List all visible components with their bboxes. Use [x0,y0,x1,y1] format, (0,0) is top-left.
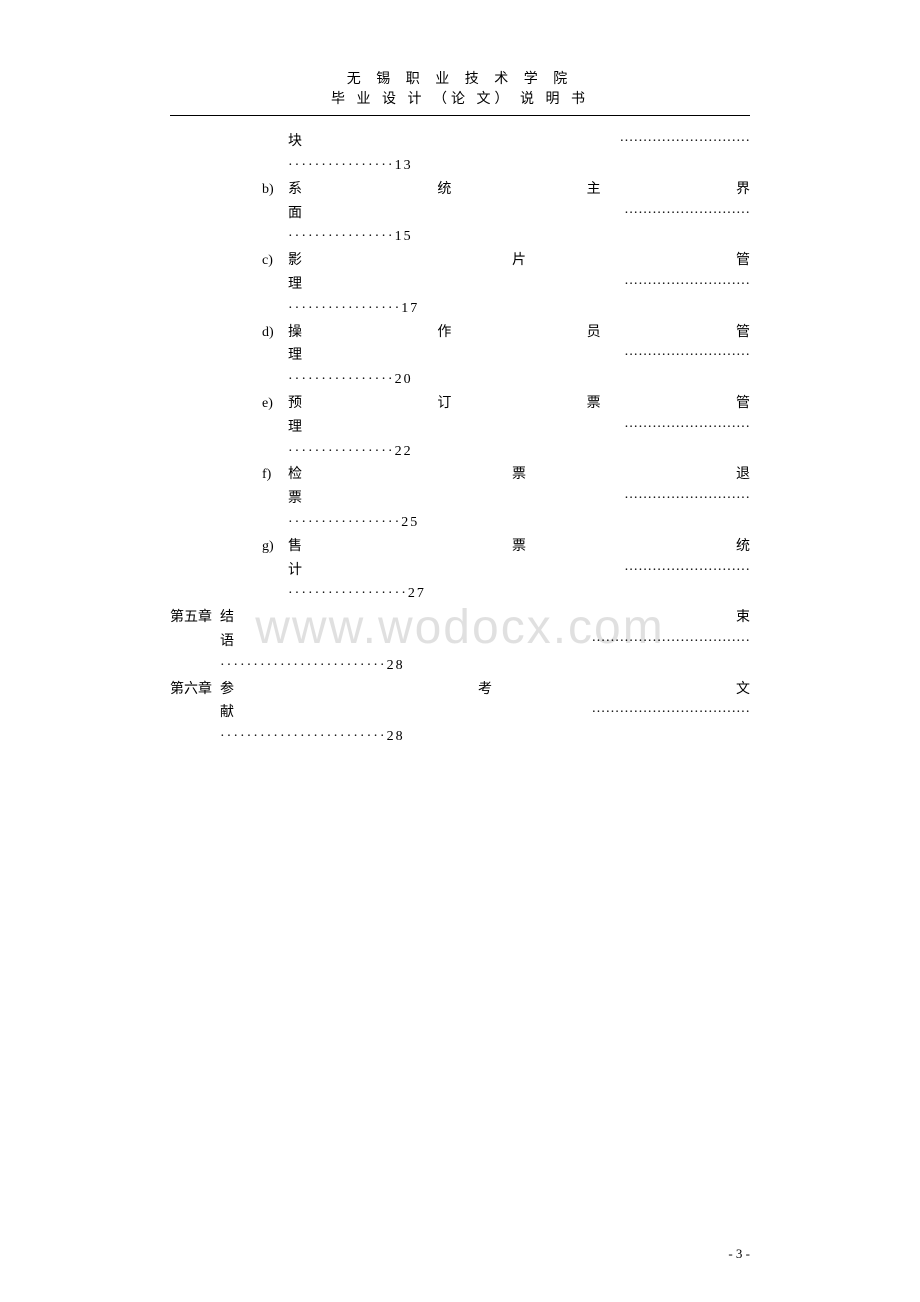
toc-content: 结 束 语·································· … [220,606,750,677]
table-of-contents: 块···························· ··········… [170,130,750,749]
toc-dots: ··························· [624,206,750,221]
toc-dots-tail: ················15 [288,225,750,249]
toc-page-num: 27 [408,586,426,601]
toc-marker: e) [262,392,288,416]
toc-dots-tail: ·················17 [288,297,750,321]
toc-dots: ·································· [591,705,750,720]
toc-content: 参 考 文 献·································… [220,678,750,749]
toc-title2: 理··························· [288,416,750,440]
toc-dots: ··························· [624,420,750,435]
toc-content: 系 统 主 界 面··························· ···… [288,178,750,249]
toc-dots2: ················ [288,158,395,173]
page-header: 无 锡 职 业 技 术 学 院 毕 业 设 计 （论 文） 说 明 书 [170,70,750,113]
toc-title: 操 作 员 管 [288,321,750,345]
toc-dots-tail: ·················25 [288,511,750,535]
toc-title-last: 面 [288,206,624,221]
toc-marker: f) [262,463,288,487]
toc-title-cont: 块···························· [288,130,750,154]
toc-dots2: ························· [220,658,387,673]
header-divider [170,115,750,116]
toc-dots2: ················ [288,229,395,244]
toc-page-num: 20 [395,372,413,387]
toc-title: 预 订 票 管 [288,392,750,416]
toc-marker: b) [262,178,288,202]
toc-dots: ·································· [591,634,750,649]
toc-chapter-item: 第五章 结 束 语·······························… [170,606,750,677]
toc-title-last: 语 [220,634,591,649]
toc-title-last: 计 [288,563,624,578]
toc-title2: 票··························· [288,487,750,511]
toc-dots2: ················· [288,515,401,530]
toc-dots-tail: ··················27 [288,582,750,606]
toc-content: 售 票 统 计··························· ·····… [288,535,750,606]
toc-title-text: 块 [288,134,619,149]
toc-sub-item: e) 预 订 票 管 理··························· … [262,392,750,463]
toc-dots2: ················ [288,444,395,459]
toc-dots-tail: ·························28 [170,725,750,749]
toc-title: 系 统 主 界 [288,178,750,202]
toc-page-num: 22 [395,444,413,459]
toc-title-last: 理 [288,348,624,363]
toc-page-num: 17 [401,301,419,316]
toc-dots2: ················ [288,372,395,387]
toc-content: 预 订 票 管 理··························· ···… [288,392,750,463]
toc-content: 块···························· ··········… [288,130,750,178]
toc-marker: g) [262,535,288,559]
header-line-1: 无 锡 职 业 技 术 学 院 [170,70,750,90]
toc-title: 检 票 退 [288,463,750,487]
header-line-2: 毕 业 设 计 （论 文） 说 明 书 [170,90,750,110]
toc-title-last: 理 [288,277,624,292]
toc-continuation: 块···························· ··········… [262,130,750,178]
toc-title-last: 献 [220,705,591,720]
toc-title2: 计··························· [288,559,750,583]
toc-chapter-item: 第六章 参 考 文 献·····························… [170,678,750,749]
toc-dots2: ·················· [288,586,408,601]
toc-title-last: 理 [288,420,624,435]
toc-title2: 语·································· [170,630,750,654]
toc-dots2: ························· [220,729,387,744]
toc-chapter-label: 第六章 [170,678,220,702]
toc-sub-item: f) 检 票 退 票··························· ··… [262,463,750,534]
toc-dots-tail: ·························28 [170,654,750,678]
toc-marker: d) [262,321,288,345]
toc-title: 结 束 [220,606,750,630]
toc-title: 影 片 管 [288,249,750,273]
document-page: 无 锡 职 业 技 术 学 院 毕 业 设 计 （论 文） 说 明 书 块···… [0,0,920,1302]
toc-dots: ··························· [624,563,750,578]
toc-dots: ···························· [619,134,750,149]
toc-title-last: 票 [288,491,624,506]
toc-sub-item: c) 影 片 管 理··························· ··… [262,249,750,320]
toc-page-num: 25 [401,515,419,530]
toc-marker: c) [262,249,288,273]
toc-title2: 献·································· [170,701,750,725]
toc-title2: 理··························· [288,273,750,297]
toc-title2: 理··························· [288,344,750,368]
toc-page-num: 13 [395,158,413,173]
toc-content: 影 片 管 理··························· ·····… [288,249,750,320]
toc-dots: ··························· [624,348,750,363]
toc-content: 检 票 退 票··························· ·····… [288,463,750,534]
toc-chapter-label: 第五章 [170,606,220,630]
toc-dots2: ················· [288,301,401,316]
toc-page-num: 28 [387,729,405,744]
toc-sub-item: d) 操 作 员 管 理··························· … [262,321,750,392]
toc-sub-item: b) 系 统 主 界 面··························· … [262,178,750,249]
toc-title: 参 考 文 [220,678,750,702]
page-number: - 3 - [728,1246,750,1262]
toc-dots-tail: ················22 [288,440,750,464]
toc-title2: 面··························· [288,202,750,226]
toc-dots: ··························· [624,491,750,506]
toc-dots-tail: ················20 [288,368,750,392]
toc-page-num: 28 [387,658,405,673]
toc-content: 操 作 员 管 理··························· ···… [288,321,750,392]
toc-title: 售 票 统 [288,535,750,559]
toc-sub-item: g) 售 票 统 计··························· ··… [262,535,750,606]
toc-dots: ··························· [624,277,750,292]
toc-page-num: 15 [395,229,413,244]
toc-dots-tail: ················13 [288,154,750,178]
